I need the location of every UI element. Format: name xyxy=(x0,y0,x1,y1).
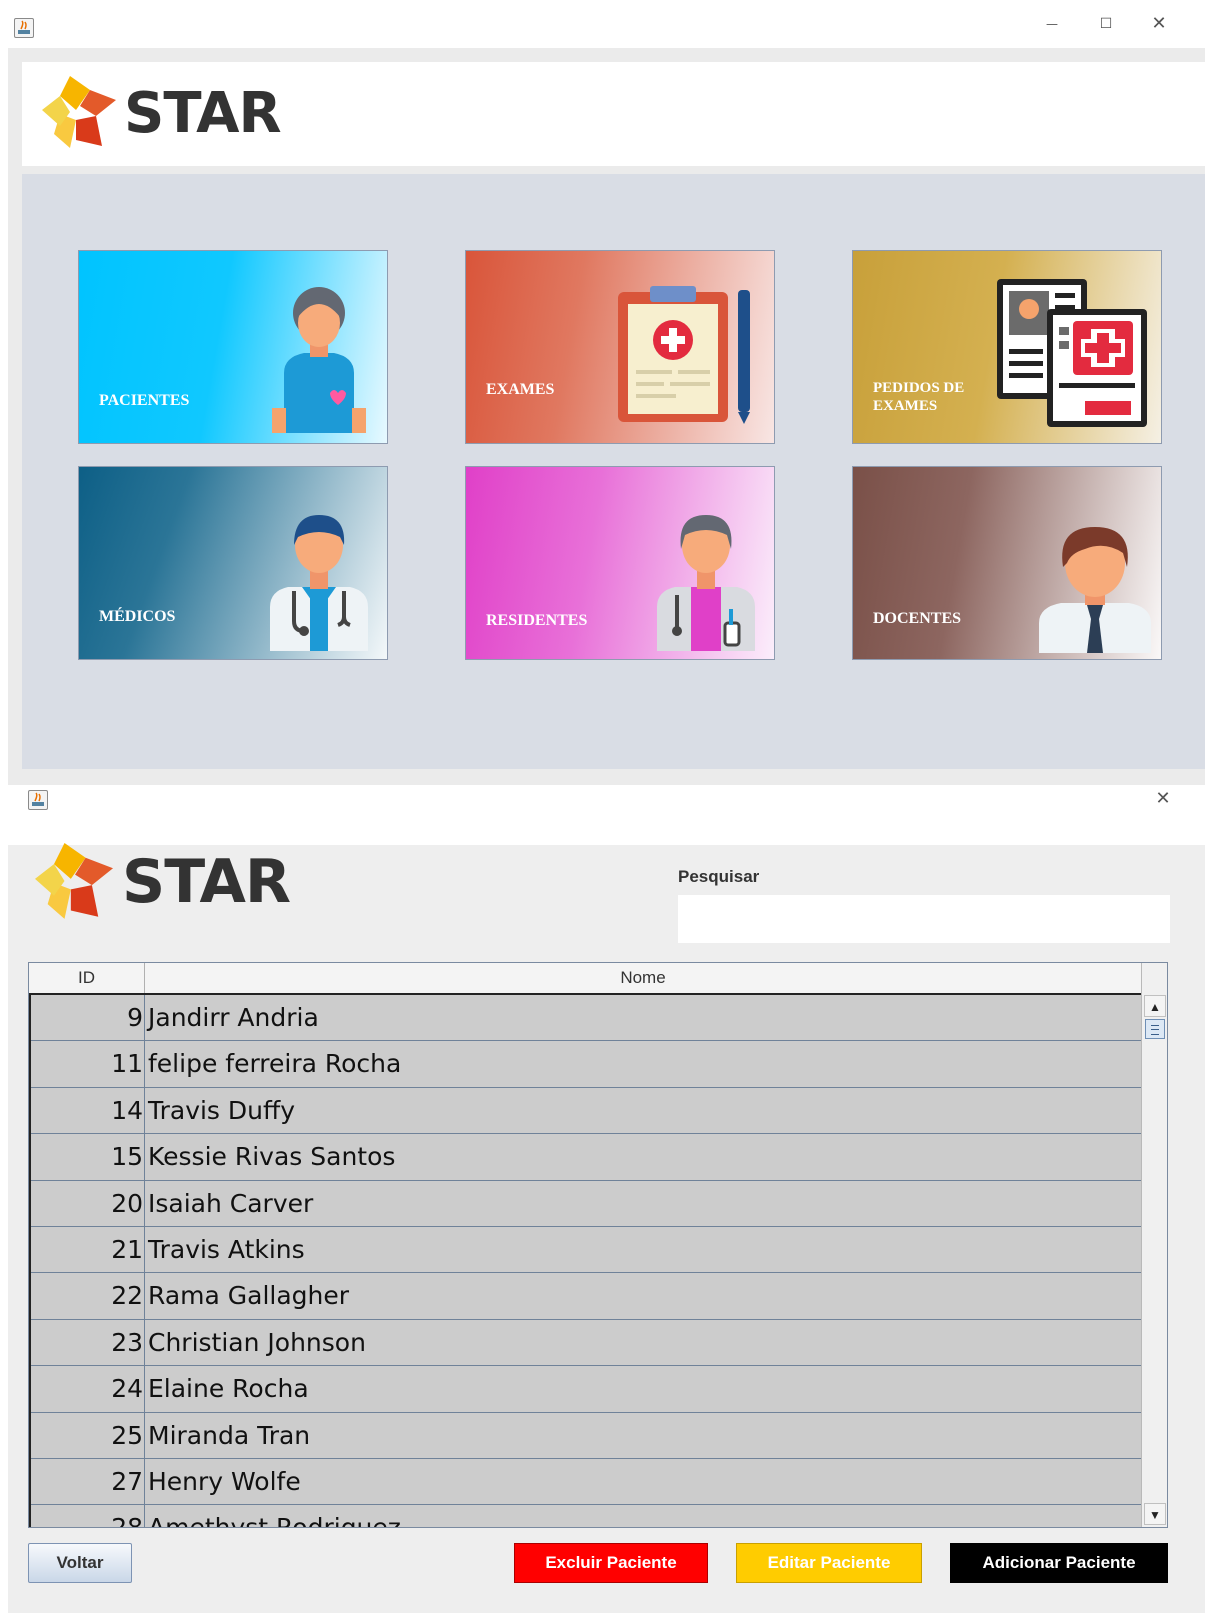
edit-patient-button[interactable]: Editar Paciente xyxy=(736,1543,922,1583)
medical-report-icon xyxy=(997,279,1147,427)
cell-id: 15 xyxy=(31,1134,145,1180)
back-button[interactable]: Voltar xyxy=(28,1543,132,1583)
clipboard-icon xyxy=(618,286,750,424)
table-row[interactable]: 22 Rama Gallagher xyxy=(31,1273,1141,1320)
star-logo: STAR xyxy=(32,843,291,921)
exames-card[interactable]: EXAMES xyxy=(465,250,775,444)
cell-nome: Isaiah Carver xyxy=(148,1188,314,1218)
patients-title-bar: ✕ xyxy=(8,789,1213,845)
table-body: 9 Jandirr Andria 11 felipe ferreira Rocha 14… xyxy=(29,995,1141,1528)
logo-text: STAR xyxy=(122,847,291,917)
medicos-card[interactable]: MÉDICOS xyxy=(78,466,388,660)
cell-nome: Travis Atkins xyxy=(148,1234,305,1264)
cell-id: 20 xyxy=(31,1180,145,1226)
cell-nome: felipe ferreira Rocha xyxy=(148,1049,402,1079)
cell-nome: Elaine Rocha xyxy=(148,1374,309,1404)
table-row[interactable]: 20 Isaiah Carver xyxy=(31,1180,1141,1227)
close-icon[interactable]: ✕ xyxy=(1144,14,1174,34)
home-title-bar: — ☐ ✕ xyxy=(8,0,1213,48)
cell-id: 9 xyxy=(31,995,145,1041)
cell-id: 23 xyxy=(31,1319,145,1366)
cell-nome: Amethyst Rodriguez xyxy=(148,1513,401,1528)
scroll-up-arrow-icon[interactable]: ▲ xyxy=(1144,995,1166,1017)
home-window: — ☐ ✕ STAR PACIENTES EXAMES PEDIDOS DE E… xyxy=(8,0,1213,785)
cell-id: 24 xyxy=(31,1366,145,1412)
table-row[interactable]: 11 felipe ferreira Rocha xyxy=(31,1041,1141,1088)
doctor-icon xyxy=(270,515,368,651)
java-app-icon[interactable] xyxy=(28,790,48,810)
home-header: STAR xyxy=(22,62,1205,166)
menu-grid: PACIENTES EXAMES PEDIDOS DE EXAMES MÉDIC… xyxy=(22,174,1205,769)
table-row[interactable]: 28 Amethyst Rodriguez xyxy=(31,1505,1141,1528)
star-logo-icon xyxy=(35,843,113,919)
column-header-id[interactable]: ID xyxy=(29,963,145,993)
cell-id: 28 xyxy=(31,1505,145,1527)
cell-nome: Henry Wolfe xyxy=(148,1466,301,1496)
minimize-icon[interactable]: — xyxy=(1037,14,1067,34)
cell-nome: Travis Duffy xyxy=(148,1095,296,1125)
docentes-card[interactable]: DOCENTES xyxy=(852,466,1162,660)
column-header-nome[interactable]: Nome xyxy=(145,963,1141,993)
residentes-card[interactable]: RESIDENTES xyxy=(465,466,775,660)
star-logo: STAR xyxy=(40,76,282,150)
home-content: STAR PACIENTES EXAMES PEDIDOS DE EXAMES … xyxy=(8,48,1205,785)
patients-table[interactable]: ID Nome 9 Jandirr Andria 11 felipe ferreira… xyxy=(28,962,1168,1528)
table-row[interactable]: 14 Travis Duffy xyxy=(31,1087,1141,1135)
logo-text: STAR xyxy=(124,80,282,146)
close-icon[interactable]: ✕ xyxy=(1148,789,1178,809)
table-header: ID Nome xyxy=(29,963,1141,995)
scroll-thumb[interactable] xyxy=(1145,1019,1165,1039)
residentes-label: RESIDENTES xyxy=(486,612,588,629)
table-row[interactable]: 24 Elaine Rocha xyxy=(31,1366,1141,1413)
table-row[interactable]: 15 Kessie Rivas Santos xyxy=(31,1134,1141,1181)
pacientes-card[interactable]: PACIENTES xyxy=(78,250,388,444)
table-row[interactable]: 25 Miranda Tran xyxy=(31,1412,1141,1459)
patient-icon xyxy=(272,287,366,433)
delete-patient-button[interactable]: Excluir Paciente xyxy=(514,1543,708,1583)
add-patient-button[interactable]: Adicionar Paciente xyxy=(950,1543,1168,1583)
pedidos-de-exames-label: PEDIDOS DE EXAMES xyxy=(873,380,965,414)
cell-id: 14 xyxy=(31,1087,145,1134)
table-row[interactable]: 27 Henry Wolfe xyxy=(31,1458,1141,1506)
search-input[interactable] xyxy=(678,895,1170,943)
maximize-icon[interactable]: ☐ xyxy=(1091,14,1121,34)
teacher-icon xyxy=(1039,527,1151,653)
cell-id: 21 xyxy=(31,1226,145,1273)
scroll-down-arrow-icon[interactable]: ▼ xyxy=(1144,1503,1166,1525)
pedidos-de-exames-card[interactable]: PEDIDOS DE EXAMES xyxy=(852,250,1162,444)
table-row[interactable]: 23 Christian Johnson xyxy=(31,1319,1141,1367)
medicos-label: MÉDICOS xyxy=(99,608,176,625)
patients-window: ✕ STAR Pesquisar ID Nome 9 Jandirr Andria… xyxy=(8,789,1213,1613)
docentes-label: DOCENTES xyxy=(873,610,962,627)
table-row[interactable]: 21 Travis Atkins xyxy=(31,1226,1141,1274)
cell-nome: Christian Johnson xyxy=(148,1327,366,1357)
resident-icon xyxy=(657,515,755,651)
cell-nome: Jandirr Andria xyxy=(148,1003,319,1032)
cell-nome: Rama Gallagher xyxy=(148,1281,350,1311)
exames-label: EXAMES xyxy=(486,381,555,398)
cell-nome: Miranda Tran xyxy=(148,1420,311,1450)
java-app-icon[interactable] xyxy=(14,18,34,38)
cell-nome: Kessie Rivas Santos xyxy=(148,1142,396,1172)
search-label: Pesquisar xyxy=(678,867,760,886)
table-scrollbar[interactable]: ▲ ▼ xyxy=(1141,963,1167,1527)
cell-id: 22 xyxy=(31,1273,145,1319)
cell-id: 11 xyxy=(31,1041,145,1087)
table-row[interactable]: 9 Jandirr Andria xyxy=(31,995,1141,1042)
cell-id: 25 xyxy=(31,1412,145,1458)
patients-content: STAR Pesquisar ID Nome 9 Jandirr Andria 11… xyxy=(8,843,1205,1613)
star-logo-icon xyxy=(42,76,116,148)
pacientes-label: PACIENTES xyxy=(99,392,190,409)
cell-id: 27 xyxy=(31,1458,145,1505)
